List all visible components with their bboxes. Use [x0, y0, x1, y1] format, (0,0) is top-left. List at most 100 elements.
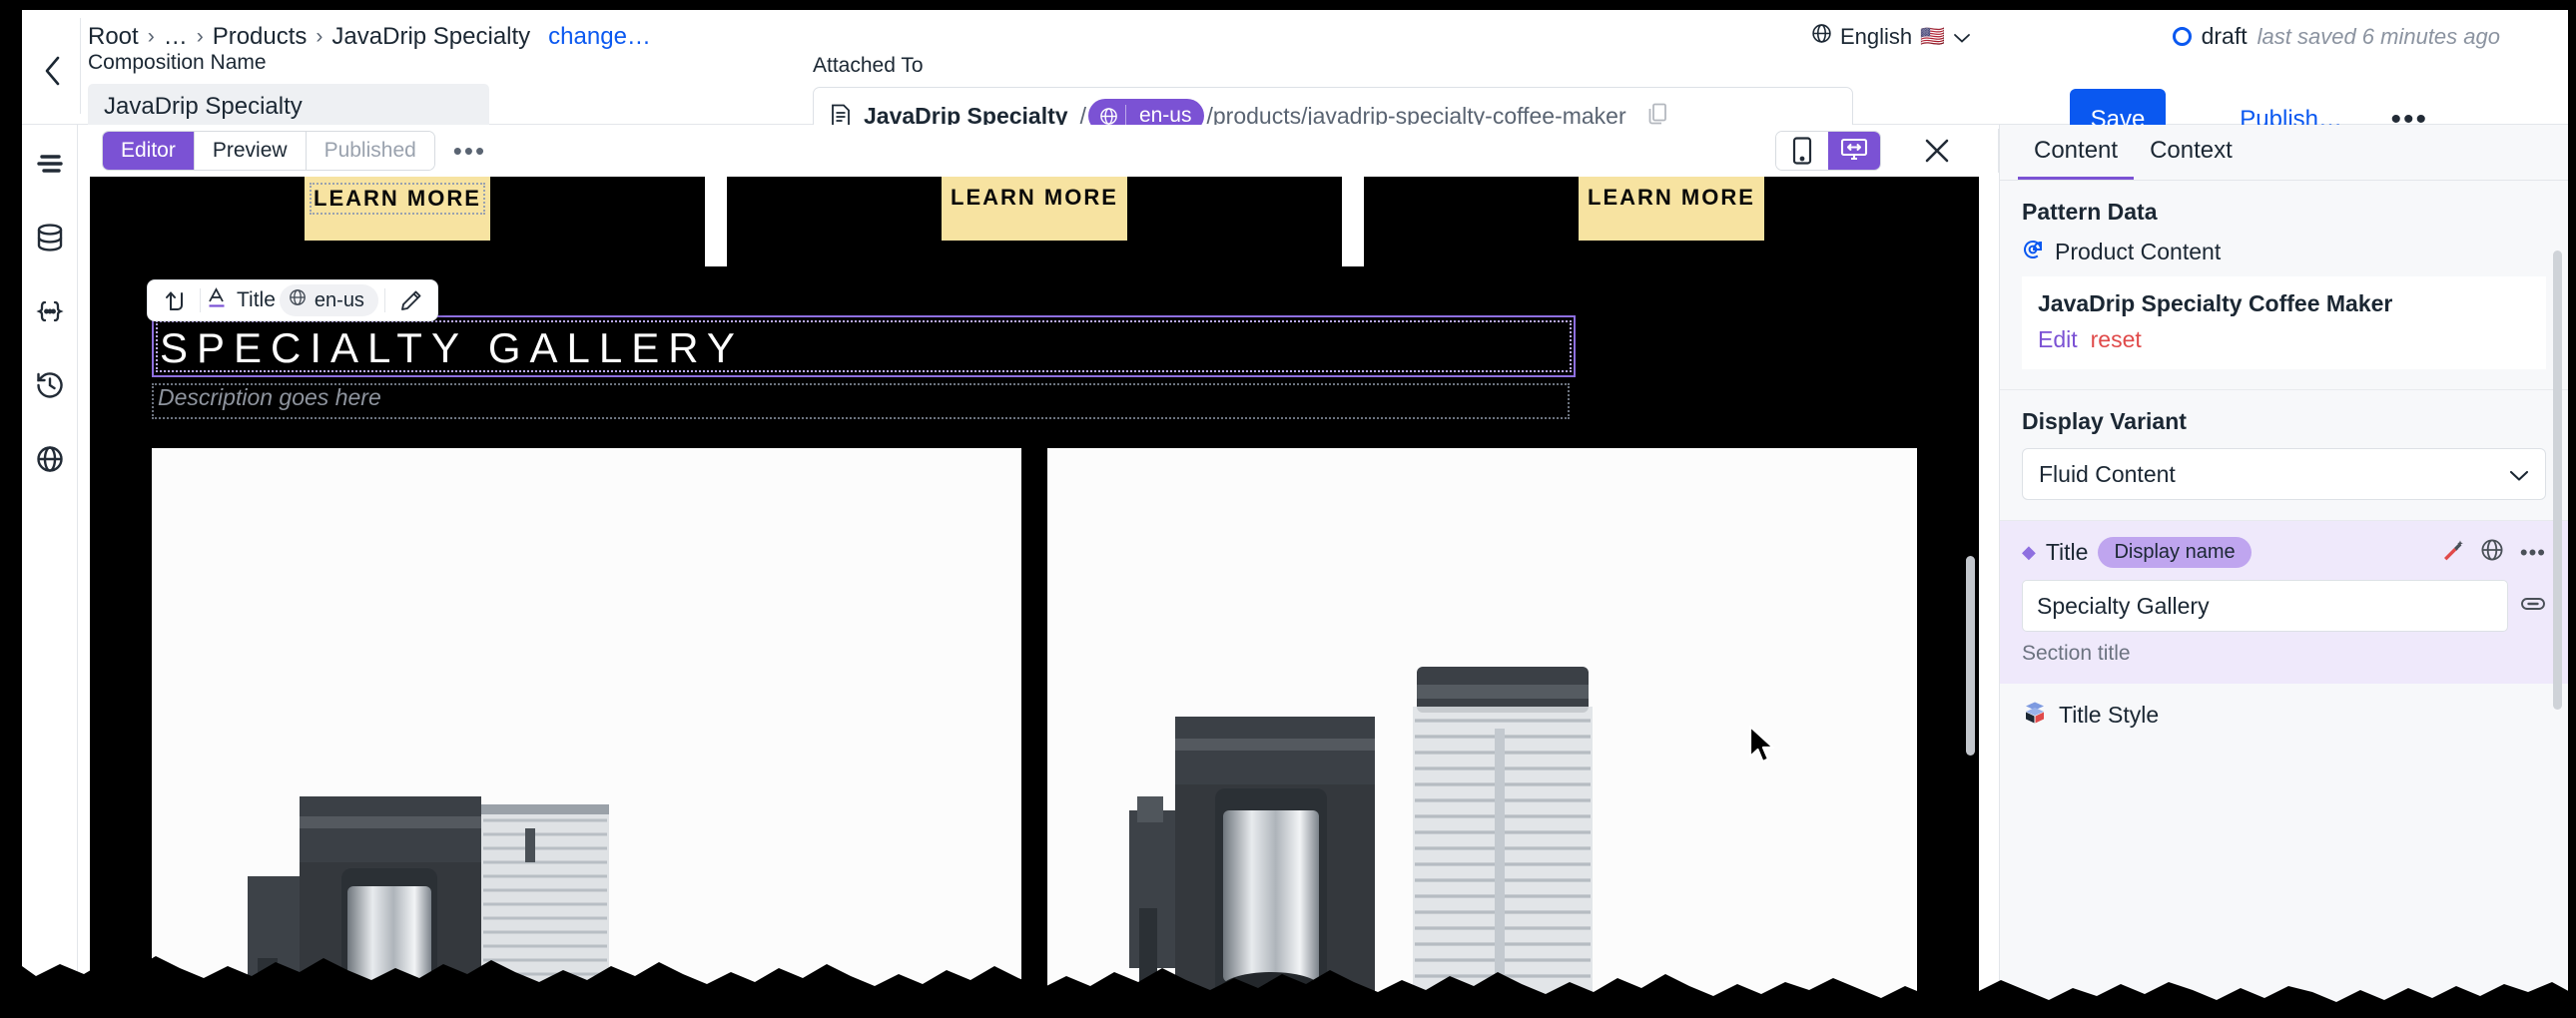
chevron-down-icon: [2509, 461, 2529, 488]
style-cube-icon: [2022, 700, 2048, 731]
database-icon[interactable]: [33, 221, 67, 254]
gallery-card[interactable]: [152, 448, 1021, 1018]
magic-wand-icon[interactable]: [2440, 538, 2464, 567]
tab-published[interactable]: Published: [306, 132, 434, 170]
learn-more-cell: LEARN MORE: [1364, 177, 1979, 266]
content-source-icon: [2022, 239, 2044, 265]
composition-name-label: Composition Name: [88, 51, 267, 74]
column-gap: [1342, 177, 1364, 266]
breadcrumb-change-link[interactable]: change…: [548, 23, 651, 51]
left-icon-rail: [22, 125, 78, 1018]
page-preview-canvas[interactable]: LEARN MORE LEARN MORE LEARN MORE Title e…: [90, 177, 1979, 1018]
last-saved-text: last saved 6 minutes ago: [2256, 23, 2500, 49]
breadcrumb: Root › … › Products › JavaDrip Specialty…: [88, 23, 651, 51]
learn-more-button[interactable]: LEARN MORE: [942, 177, 1127, 241]
layers-icon[interactable]: [33, 147, 67, 181]
status-ring-icon: [2172, 27, 2192, 46]
title-style-label: Title Style: [2059, 702, 2160, 728]
back-chevron-icon[interactable]: [32, 50, 74, 92]
breadcrumb-item-ellipsis[interactable]: …: [164, 23, 188, 51]
language-picker[interactable]: English 🇺🇸: [1811, 23, 1971, 50]
learn-more-label: LEARN MORE: [1588, 185, 1755, 210]
content-source-label: Product Content: [2055, 239, 2222, 264]
title-field-actions: •••: [2440, 538, 2546, 567]
properties-panel-scrollbar[interactable]: [2553, 251, 2562, 710]
composition-name-input[interactable]: [88, 84, 489, 130]
title-input[interactable]: [2022, 580, 2508, 632]
mobile-icon[interactable]: [1776, 132, 1828, 170]
chevron-down-icon: [1953, 24, 1971, 50]
title-field-help: Section title: [2022, 642, 2131, 665]
card-gap: [1021, 448, 1047, 1018]
element-type-label: Title: [237, 288, 276, 311]
tab-preview[interactable]: Preview: [194, 132, 307, 170]
pattern-data-heading: Pattern Data: [2022, 199, 2158, 225]
move-up-icon[interactable]: [154, 282, 194, 318]
gallery-card[interactable]: [1047, 448, 1917, 1018]
flag-icon: 🇺🇸: [1920, 26, 1945, 48]
column-gap: [705, 177, 727, 266]
breadcrumb-item-current[interactable]: JavaDrip Specialty: [331, 23, 530, 51]
edit-link[interactable]: Edit: [2038, 326, 2078, 353]
reset-link[interactable]: reset: [2091, 326, 2142, 353]
link-icon[interactable]: [2520, 594, 2546, 619]
title-field-header: ◆ Title Display name •••: [2022, 537, 2546, 568]
display-name-badge: Display name: [2098, 537, 2252, 568]
pattern-data-title: JavaDrip Specialty Coffee Maker: [2038, 290, 2393, 316]
title-field-group: ◆ Title Display name ••• Specialty Galle…: [2000, 521, 2568, 684]
desktop-responsive-icon[interactable]: [1828, 132, 1880, 170]
editor-toolbar: Editor Preview Published •••: [78, 125, 1999, 177]
pattern-data-section: Pattern Data Product Content JavaDrip Sp…: [2000, 181, 2568, 390]
breadcrumb-separator: ›: [316, 25, 323, 48]
content-source-row[interactable]: Product Content: [2022, 239, 2546, 265]
learn-more-label: LEARN MORE: [310, 183, 485, 215]
hero-description[interactable]: Description goes here: [158, 384, 381, 411]
pencil-icon[interactable]: [391, 282, 431, 318]
title-style-row[interactable]: Title Style: [2000, 684, 2568, 731]
display-variant-value: Fluid Content: [2039, 460, 2176, 487]
element-type: Title: [207, 286, 280, 314]
language-label: English: [1839, 23, 1913, 49]
close-icon[interactable]: [1921, 135, 1953, 167]
pattern-data-card: JavaDrip Specialty Coffee Maker Edit res…: [2022, 276, 2546, 369]
globe-icon: [289, 288, 307, 312]
learn-more-button[interactable]: LEARN MORE: [1579, 177, 1764, 241]
composition-name-group: Composition Name: [88, 51, 489, 130]
learn-more-label: LEARN MORE: [951, 185, 1118, 210]
tab-context[interactable]: Context: [2134, 137, 2249, 180]
display-variant-select[interactable]: Fluid Content: [2022, 448, 2546, 500]
editor-mode-tabs: Editor Preview Published: [102, 131, 435, 171]
breadcrumb-item-products[interactable]: Products: [213, 23, 308, 51]
field-more-button[interactable]: •••: [2520, 541, 2546, 563]
title-input-row: [2022, 580, 2546, 632]
toolbar-divider: [383, 288, 385, 312]
code-braces-icon[interactable]: [33, 294, 67, 328]
top-bar: Root › … › Products › JavaDrip Specialty…: [22, 10, 2568, 151]
learn-more-button[interactable]: LEARN MORE: [305, 177, 490, 241]
display-variant-section: Display Variant Fluid Content: [2000, 390, 2568, 521]
title-field-label: Title: [2045, 539, 2089, 565]
gallery-cards-row: [90, 448, 1979, 1018]
toolbar-divider: [80, 18, 81, 114]
properties-panel-tabs: Content Context: [2000, 125, 2568, 181]
element-locale-label: en-us: [314, 288, 364, 311]
hero-title[interactable]: SPECIALTY GALLERY: [160, 324, 744, 372]
breadcrumb-separator: ›: [147, 25, 155, 48]
app-sheet: Root › … › Products › JavaDrip Specialty…: [22, 10, 2568, 1018]
globe-icon[interactable]: [2480, 538, 2504, 567]
globe-icon[interactable]: [33, 442, 67, 476]
viewport-toggle: [1775, 131, 1881, 171]
globe-icon: [1088, 107, 1125, 126]
tab-editor[interactable]: Editor: [103, 132, 195, 170]
history-icon[interactable]: [33, 368, 67, 402]
properties-panel: Content Context Pattern Data Product Con…: [1999, 125, 2568, 1018]
element-locale-pill[interactable]: en-us: [279, 284, 378, 316]
editor-tabs-more-button[interactable]: •••: [453, 138, 486, 164]
canvas-scrollbar[interactable]: [1966, 556, 1975, 756]
app-window: Root › … › Products › JavaDrip Specialty…: [0, 0, 2576, 1018]
tab-content[interactable]: Content: [2018, 137, 2135, 180]
learn-more-row: LEARN MORE LEARN MORE LEARN MORE: [90, 177, 1979, 266]
learn-more-cell: LEARN MORE: [727, 177, 1342, 266]
breadcrumb-item-root[interactable]: Root: [88, 23, 139, 51]
text-format-icon: [207, 286, 228, 314]
